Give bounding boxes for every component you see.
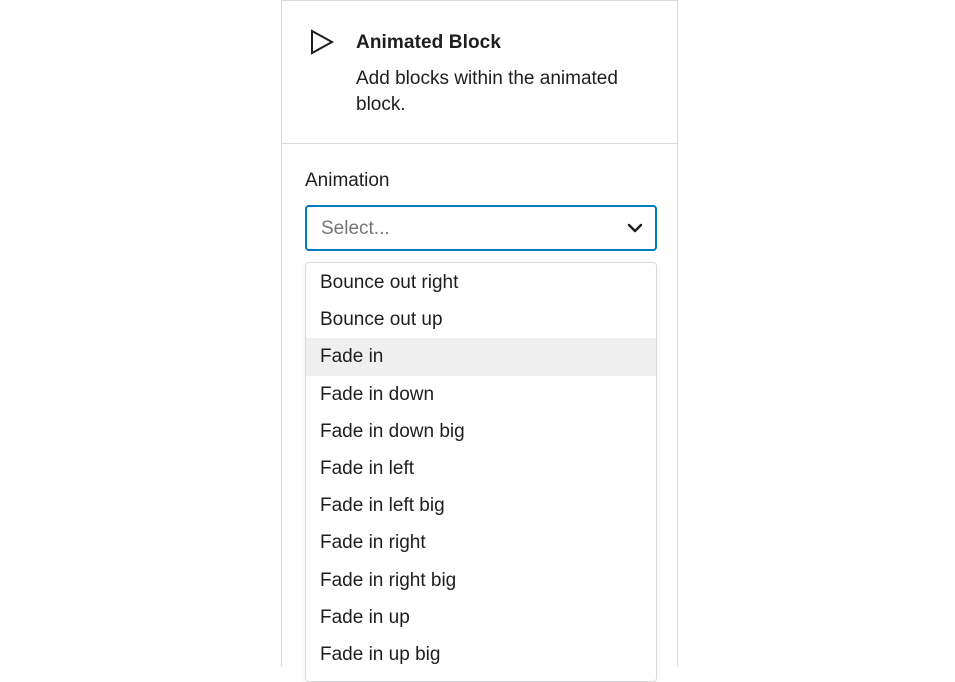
animation-options-menu[interactable]: Bounce out right Bounce out up Fade in Fade…: [305, 262, 657, 682]
animation-option[interactable]: Fade in: [306, 338, 656, 376]
animation-select[interactable]: Select...: [305, 205, 657, 251]
animation-option[interactable]: Fade in right: [306, 524, 656, 561]
animation-option[interactable]: Fade in up: [306, 599, 656, 636]
animation-options-list: Bounce out right Bounce out up Fade in Fade…: [306, 264, 656, 673]
block-title: Animated Block: [356, 32, 501, 53]
animation-option[interactable]: Fade in up big: [306, 636, 656, 673]
block-inspector-panel: Animated Block Add blocks within the ani…: [281, 0, 678, 682]
block-card: Animated Block Add blocks within the ani…: [282, 1, 677, 144]
animation-label: Animation: [305, 170, 390, 191]
animation-option[interactable]: Fade in left big: [306, 487, 656, 524]
animation-option[interactable]: Fade in down: [306, 376, 656, 413]
animation-option[interactable]: Bounce out up: [306, 301, 656, 338]
animation-option[interactable]: Fade in left: [306, 450, 656, 487]
animation-option[interactable]: Fade in right big: [306, 562, 656, 599]
chevron-down-icon[interactable]: [627, 222, 643, 234]
play-triangle-icon: [311, 29, 335, 55]
block-description: Add blocks within the animated block.: [356, 68, 618, 115]
animation-option[interactable]: Bounce out right: [306, 264, 656, 301]
animation-select-placeholder: Select...: [321, 218, 390, 239]
animation-option[interactable]: Fade in down big: [306, 413, 656, 450]
